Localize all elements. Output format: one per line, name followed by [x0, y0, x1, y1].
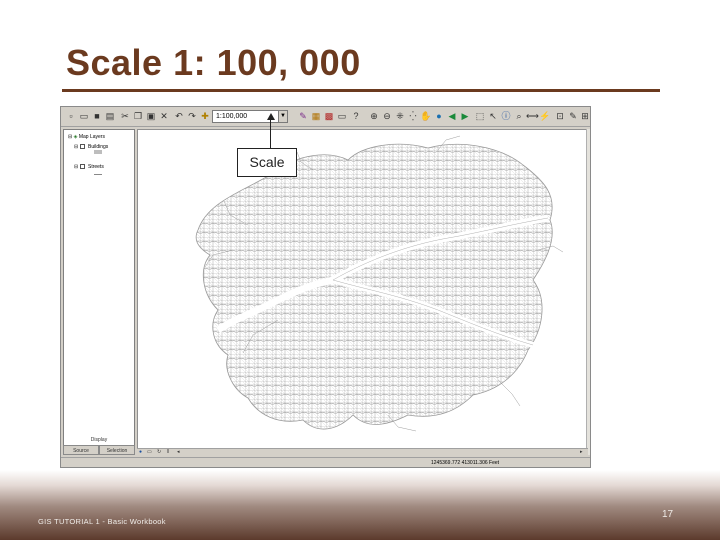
toc-layer-label: Streets — [87, 164, 104, 170]
layout-view-icon[interactable]: ▭ — [147, 449, 153, 456]
toc-layer-buildings[interactable]: ⊟ Buildings — [74, 144, 108, 150]
arc-catalog-icon[interactable]: ▦ — [310, 110, 322, 122]
table-of-contents: ⊟ ◈ Map Layers ⊟ Buildings ⊟ Streets — [63, 129, 135, 455]
paste-icon[interactable]: ▣ — [145, 110, 157, 122]
pan-icon[interactable]: ✋ — [420, 110, 432, 122]
scale-input[interactable]: 1:100,000 ▼ — [212, 110, 288, 123]
slide-title: Scale 1: 100, 000 — [66, 42, 361, 83]
save-icon[interactable]: ■ — [91, 110, 103, 122]
find-icon[interactable]: ⌕ — [513, 110, 525, 122]
title-rule — [62, 89, 660, 92]
copy-icon[interactable]: ❐ — [132, 110, 144, 122]
toc-tabs: Source Selection — [63, 445, 135, 455]
footer-band — [0, 470, 720, 540]
scroll-left-icon[interactable]: ◂ — [177, 449, 183, 456]
cut-icon[interactable]: ✂ — [119, 110, 131, 122]
editor-icon[interactable]: ✎ — [297, 110, 309, 122]
toc-layer-streets[interactable]: ⊟ Streets — [74, 164, 104, 170]
view-switch-bar: ● ▭ ↻ ‖ ◂ ▸ — [137, 448, 588, 456]
extra-tool-3-icon[interactable]: ⊞ — [579, 110, 590, 122]
status-bar: 1245369.772 413011.306 Feet — [61, 457, 590, 467]
callout-arrow-icon — [267, 113, 275, 120]
new-icon[interactable]: ▫ — [65, 110, 77, 122]
layer-checkbox[interactable] — [79, 164, 85, 170]
fixed-zoom-in-icon[interactable]: ⁜ — [394, 110, 406, 122]
streets-symbol — [94, 174, 102, 175]
open-icon[interactable]: ▭ — [78, 110, 90, 122]
extra-tool-2-icon[interactable]: ✎ — [567, 110, 579, 122]
collapse-icon[interactable]: ⊟ — [74, 144, 78, 150]
whats-this-icon[interactable]: ? — [350, 110, 362, 122]
toc-layer-group[interactable]: ⊟ ◈ Map Layers — [68, 134, 105, 140]
footer-text: GIS TUTORIAL 1 - Basic Workbook — [38, 517, 166, 526]
scale-callout: Scale — [237, 148, 297, 177]
chevron-down-icon[interactable]: ▼ — [278, 111, 287, 122]
select-elements-icon[interactable]: ↖ — [487, 110, 499, 122]
toc-layer-label: Map Layers — [78, 134, 105, 140]
command-line-icon[interactable]: ▭ — [336, 110, 348, 122]
collapse-icon[interactable]: ⊟ — [68, 134, 72, 140]
zoom-out-icon[interactable]: ⊖ — [381, 110, 393, 122]
page-number: 17 — [662, 509, 674, 520]
layers-icon: ◈ — [73, 134, 78, 140]
arcmap-window: ▫ ▭ ■ ▤ ✂ ❐ ▣ ✕ ↶ ↷ ✚ 1:100,000 ▼ ✎ ▦ ▩ … — [60, 106, 591, 468]
zoom-in-icon[interactable]: ⊕ — [368, 110, 380, 122]
add-data-icon[interactable]: ✚ — [199, 110, 211, 122]
extra-tool-icon[interactable]: ⊡ — [554, 110, 566, 122]
hyperlink-icon[interactable]: ⚡ — [539, 110, 551, 122]
full-extent-icon[interactable]: ● — [433, 110, 445, 122]
map-display[interactable] — [137, 129, 588, 455]
callout-leader — [270, 118, 271, 148]
buildings-symbol — [94, 150, 102, 154]
standard-toolbar: ▫ ▭ ■ ▤ ✂ ❐ ▣ ✕ ↶ ↷ ✚ 1:100,000 ▼ ✎ ▦ ▩ … — [61, 107, 590, 127]
map-vertical-scrollbar[interactable] — [586, 129, 590, 455]
fixed-zoom-out-icon[interactable]: ⁛ — [407, 110, 419, 122]
layer-checkbox[interactable] — [79, 144, 85, 150]
arc-toolbox-icon[interactable]: ▩ — [323, 110, 335, 122]
tab-selection[interactable]: Selection — [99, 445, 135, 455]
print-icon[interactable]: ▤ — [104, 110, 116, 122]
undo-icon[interactable]: ↶ — [173, 110, 185, 122]
delete-icon[interactable]: ✕ — [158, 110, 170, 122]
toc-display-tab[interactable]: Display — [63, 437, 135, 445]
identify-icon[interactable]: ⓘ — [500, 110, 512, 122]
measure-icon[interactable]: ⟷ — [526, 110, 539, 122]
tab-source[interactable]: Source — [63, 445, 99, 455]
forward-icon[interactable]: ▶ — [459, 110, 471, 122]
collapse-icon[interactable]: ⊟ — [74, 164, 78, 170]
select-features-icon[interactable]: ⬚ — [474, 110, 486, 122]
scroll-right-icon[interactable]: ▸ — [580, 449, 586, 456]
back-icon[interactable]: ◀ — [446, 110, 458, 122]
city-boundary — [195, 143, 553, 430]
city-street-map — [195, 135, 564, 432]
redo-icon[interactable]: ↷ — [186, 110, 198, 122]
data-view-icon[interactable]: ● — [139, 449, 145, 456]
refresh-icon[interactable]: ↻ — [157, 449, 163, 456]
scale-value: 1:100,000 — [216, 113, 248, 120]
pause-icon[interactable]: ‖ — [167, 449, 173, 456]
status-coordinates: 1245369.772 413011.306 Feet — [431, 460, 500, 466]
